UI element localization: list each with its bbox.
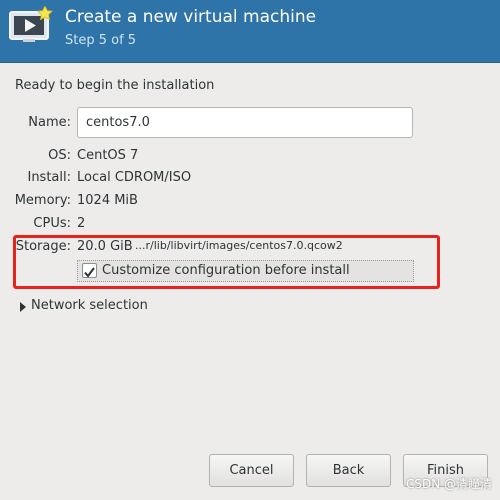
os-value: CentOS 7 [77,148,139,163]
customize-checkbox-label: Customize configuration before install [102,263,350,278]
install-label: Install: [27,170,71,185]
storage-size: 20.0 GiB [77,239,133,254]
checkmark-icon [84,267,95,278]
customize-checkbox[interactable] [82,263,97,278]
vm-name-input[interactable] [77,107,413,138]
cpus-label: CPUs: [33,216,71,231]
customize-config-checkbox-row[interactable]: Customize configuration before install [77,260,414,282]
memory-value: 1024 MiB [77,193,138,208]
summary-intro: Ready to begin the installation [15,78,215,93]
storage-label: Storage: [15,239,71,254]
name-label: Name: [28,115,71,130]
network-selection-label: Network selection [31,298,148,313]
new-vm-dialog: Create a new virtual machine Step 5 of 5… [0,0,500,500]
storage-path: ...r/lib/libvirt/images/centos7.0.qcow2 [135,239,343,252]
dialog-title: Create a new virtual machine [65,7,317,27]
os-label: OS: [48,148,71,163]
install-value: Local CDROM/ISO [77,170,192,185]
dialog-header: Create a new virtual machine Step 5 of 5 [0,0,500,63]
cancel-button[interactable]: Cancel [209,454,294,487]
new-vm-monitor-icon [8,5,54,46]
csdn-watermark: CSDN @清瞳清 [405,477,492,491]
back-button[interactable]: Back [306,454,391,487]
memory-label: Memory: [14,193,71,208]
step-indicator: Step 5 of 5 [65,33,137,48]
expander-arrow-icon [20,302,26,312]
cpus-value: 2 [77,216,86,231]
